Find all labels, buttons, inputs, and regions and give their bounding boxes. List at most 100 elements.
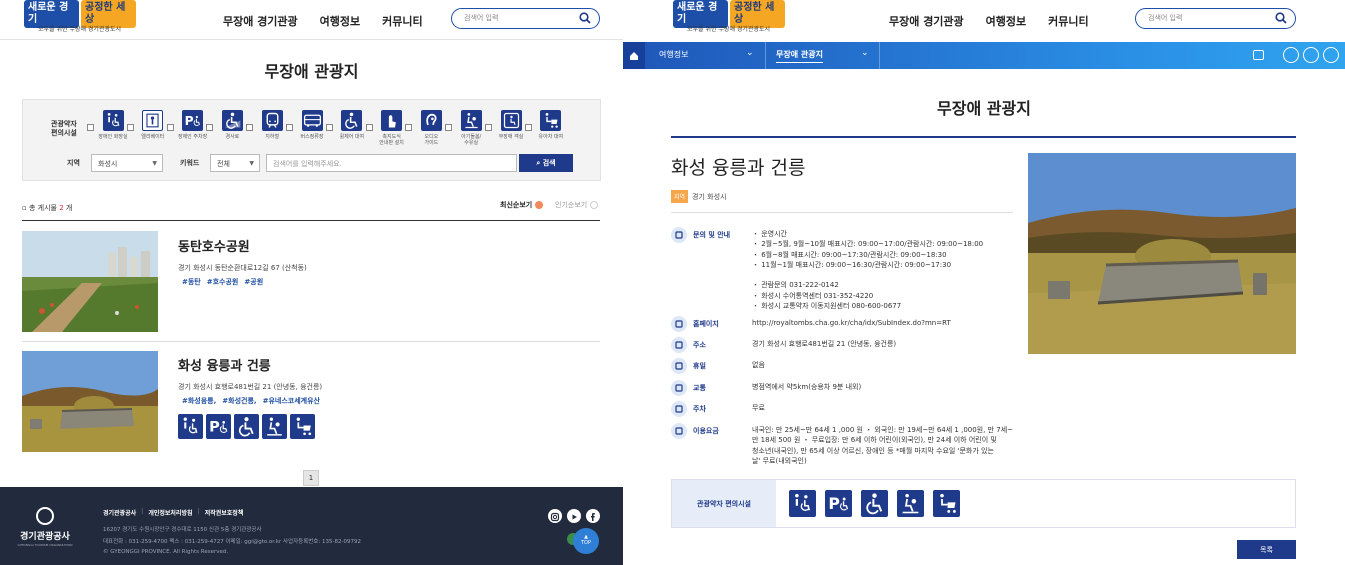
accessible-toilet-icon	[789, 490, 816, 517]
svg-text:P: P	[209, 419, 220, 436]
footer-org-name-en: GYEONGGI TOURISM ORGANIZATION	[17, 543, 73, 547]
facility-filter-label: 버스정류장	[300, 134, 324, 140]
instagram-icon[interactable]	[548, 509, 562, 523]
keyword-input[interactable]: 검색어를 입력해주세요.	[266, 154, 517, 172]
info-label: 주소	[693, 341, 706, 349]
facility-filter-option[interactable]: 지하철	[246, 110, 290, 150]
wheelchair-rental-icon	[341, 110, 363, 131]
scroll-top-button[interactable]: ▲ TOP	[573, 528, 599, 554]
item-tag[interactable]: #유네스코세계유산	[263, 396, 320, 406]
site-logo[interactable]: 새로운 경기 공정한 세상 모두를 위한 무장애 경기관광도시	[24, 0, 136, 34]
facebook-icon[interactable]	[1283, 47, 1299, 63]
facebook-icon[interactable]	[586, 509, 600, 523]
facility-filter-option[interactable]: 아기돌봄/ 수유실	[445, 110, 489, 150]
search-placeholder: 검색어 입력	[1148, 14, 1183, 22]
elevator-icon	[142, 110, 164, 131]
sub-nav-select-1[interactable]: 여행정보	[659, 49, 688, 60]
ramp-icon	[221, 110, 243, 131]
sort-latest-label: 최신순보기	[500, 201, 533, 209]
info-label: 휴일	[693, 362, 706, 370]
facility-checkbox[interactable]	[365, 124, 373, 131]
header-search-input[interactable]: 검색어 입력	[451, 8, 600, 29]
nav-item-travel-info[interactable]: 여행정보	[320, 13, 360, 29]
facility-filter-option[interactable]: 휠체어 대여	[325, 110, 370, 150]
info-value[interactable]: http://royaltombs.cha.go.kr/cha/idx/SubI…	[752, 318, 951, 328]
facility-checkbox[interactable]	[485, 124, 492, 131]
list-button[interactable]: 목록	[1237, 540, 1296, 559]
facility-filter-option[interactable]: 경사로	[206, 110, 250, 150]
info-value: 경기 화성시 효행로481번길 21 (안녕동, 융건릉)	[752, 340, 897, 348]
search-button[interactable]: ⌕ 검색	[519, 154, 573, 172]
footer-link-org[interactable]: 경기관광공사	[103, 508, 136, 517]
site-logo[interactable]: 새로운 경기 공정한 세상 모두를 위한 무장애 경기관광도시	[673, 0, 785, 34]
sort-popular[interactable]: 인기순보기	[555, 200, 599, 210]
footer-contact: 대표전화 : 031-259-4700 팩스 : 031-259-4727 이메…	[103, 539, 361, 545]
facility-checkbox[interactable]	[524, 124, 532, 131]
facility-icons: P	[789, 490, 960, 517]
facility-filter-option[interactable]: 엘리베이터	[126, 110, 171, 150]
monitor-icon	[671, 316, 687, 332]
sort-latest[interactable]: 최신순보기	[500, 200, 544, 210]
footer-link-copyright[interactable]: 저작권보호정책	[205, 508, 244, 517]
facility-checkbox[interactable]	[246, 124, 254, 131]
place-name: 화성 융릉과 건릉	[671, 157, 806, 179]
accessible-toilet-icon	[178, 414, 203, 439]
facility-filter-option[interactable]: 무장애 객실	[485, 110, 529, 150]
wheelchair-rental-icon	[861, 490, 888, 517]
blog-icon[interactable]	[1323, 47, 1339, 63]
footer-logo[interactable]: 경기관광공사 GYEONGGI TOURISM ORGANIZATION	[16, 507, 74, 547]
sort-popular-label: 인기순보기	[555, 201, 588, 209]
item-tag[interactable]: #호수공원	[207, 277, 239, 287]
item-tag[interactable]: #공원	[244, 277, 263, 287]
facility-checkbox[interactable]	[445, 124, 453, 131]
nursing-room-icon	[897, 490, 924, 517]
facility-filter-option[interactable]: 오디오 가이드	[405, 110, 449, 150]
footer-link-privacy[interactable]: 개인정보처리방침	[148, 508, 192, 517]
youtube-icon[interactable]	[567, 509, 581, 523]
header-search-input[interactable]: 검색어 입력	[1135, 8, 1296, 29]
nav-item-travel-info[interactable]: 여행정보	[986, 13, 1026, 29]
royal-tomb-thumbnail[interactable]	[22, 351, 158, 452]
lake-park-thumbnail[interactable]	[22, 231, 158, 332]
item-title[interactable]: 화성 융릉과 건릉	[178, 355, 271, 374]
item-title[interactable]: 동탄호수공원	[178, 236, 250, 255]
facilities-box: 관광약자 편의시설 P	[671, 479, 1296, 528]
nav-item-barrier-free[interactable]: 무장애 경기관광	[889, 13, 964, 29]
sub-nav-select-2[interactable]: 무장애 관광지	[776, 49, 823, 63]
facility-filter-option[interactable]: P 장애인 주차장	[166, 110, 211, 150]
facility-checkbox[interactable]	[166, 124, 174, 131]
facility-checkbox[interactable]	[126, 124, 134, 131]
nav-item-community[interactable]: 커뮤니티	[1048, 13, 1088, 29]
chevron-down-icon[interactable]: ⌄	[861, 48, 869, 58]
nursing-room-icon	[262, 414, 287, 439]
facility-filter-label: 무장애 객실	[498, 134, 524, 140]
sort-latest-dot-icon	[535, 201, 544, 209]
calendar-icon	[671, 358, 687, 374]
facility-filter-option[interactable]: 촉지도식 안내판 설치	[365, 110, 410, 150]
facility-checkbox[interactable]	[325, 124, 333, 131]
facility-filter-label: 오디오 가이드	[424, 134, 439, 146]
facility-checkbox[interactable]	[405, 124, 413, 131]
facility-checkbox[interactable]	[286, 124, 293, 131]
facility-checkbox[interactable]	[206, 124, 214, 131]
keyword-type-select[interactable]: 전체 ▼	[210, 154, 260, 172]
facility-filter-option[interactable]: 유아차 대여	[524, 110, 569, 150]
search-icon[interactable]	[579, 12, 591, 24]
facility-filter-option[interactable]: 버스정류장	[286, 110, 330, 150]
chevron-down-icon[interactable]: ⌄	[746, 48, 754, 58]
home-icon[interactable]	[623, 42, 645, 69]
keyword-type-value: 전체	[217, 160, 230, 168]
nav-item-barrier-free[interactable]: 무장애 경기관광	[223, 13, 298, 29]
stroller-rental-icon	[290, 414, 315, 439]
item-tag[interactable]: #화성융릉,	[182, 396, 216, 406]
facility-checkbox[interactable]	[87, 124, 94, 131]
nav-item-community[interactable]: 커뮤니티	[382, 13, 422, 29]
item-tag[interactable]: #동탄	[182, 277, 201, 287]
facility-filter-option[interactable]: 장애인 화장실	[87, 110, 131, 150]
print-icon[interactable]	[1253, 50, 1264, 60]
search-icon[interactable]	[1275, 12, 1287, 24]
page-number-button[interactable]: 1	[303, 470, 319, 486]
instagram-icon[interactable]	[1303, 47, 1319, 63]
item-tag[interactable]: #화성건릉,	[222, 396, 256, 406]
region-select[interactable]: 화성시 ▼	[91, 154, 163, 172]
